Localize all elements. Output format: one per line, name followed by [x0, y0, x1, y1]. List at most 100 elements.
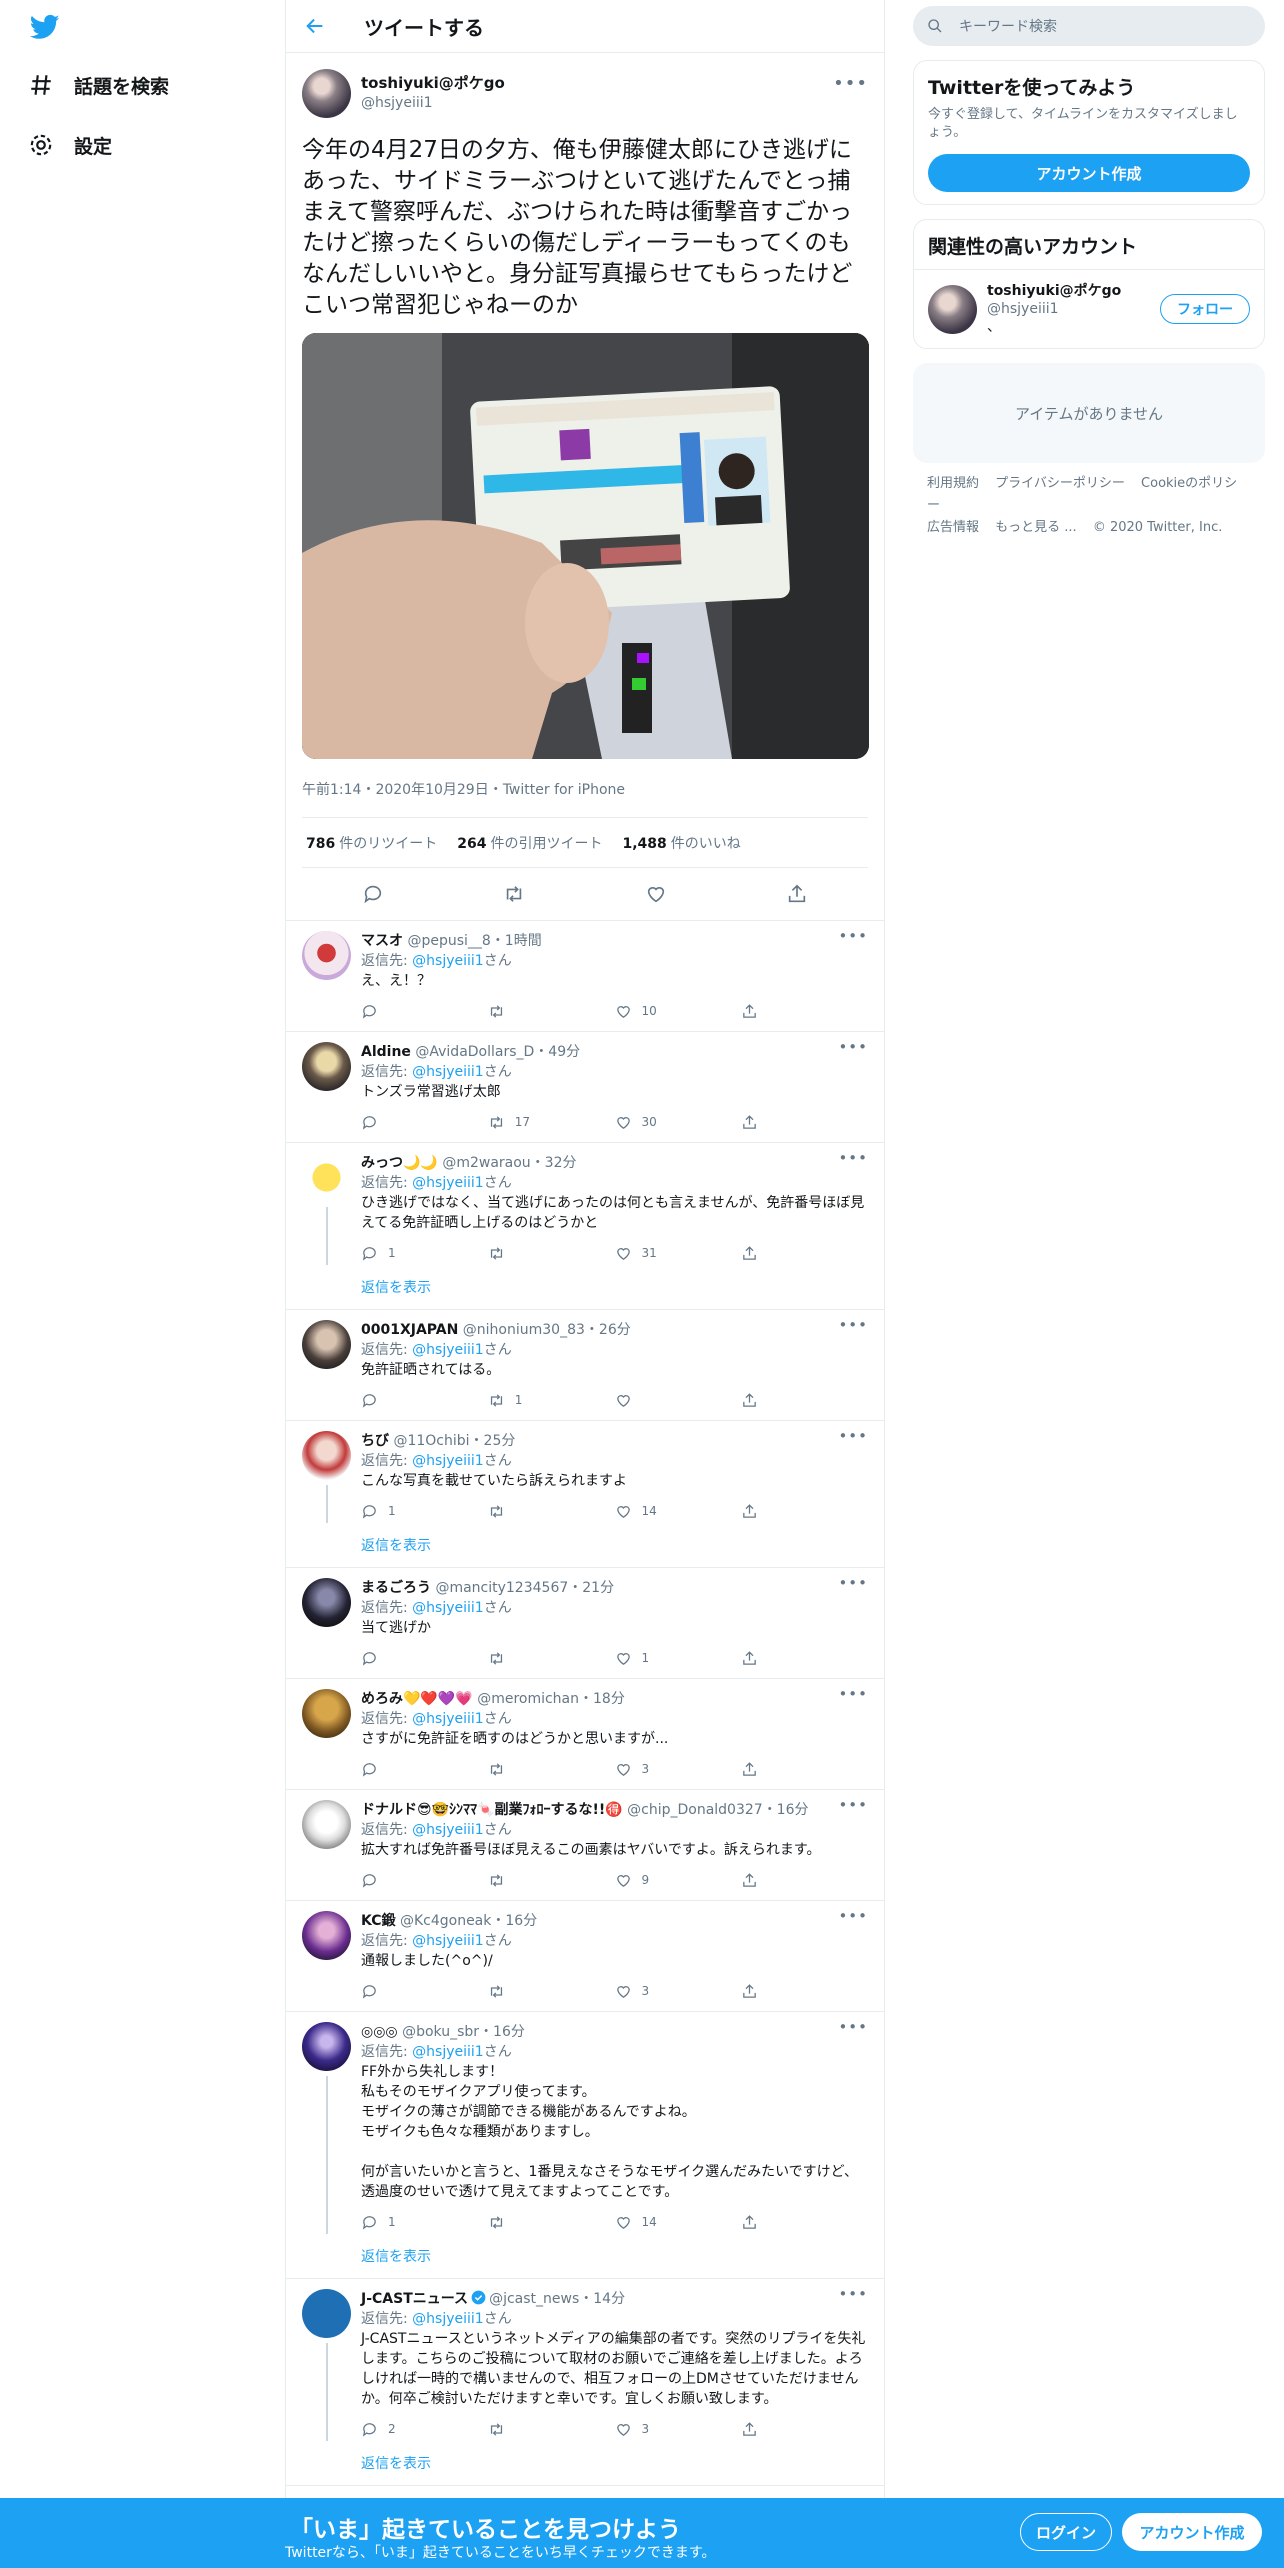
more-options-icon[interactable]: ••• [838, 2285, 868, 2303]
avatar[interactable] [302, 1431, 351, 1480]
show-replies-link[interactable]: 返信を表示 [361, 1273, 868, 1309]
tweet-timestamp[interactable]: 午前1:14・2020年10月29日・Twitter for iPhone [302, 775, 868, 818]
retweet-button[interactable] [488, 1003, 615, 1020]
reply-author-name[interactable]: まるごろう [361, 1580, 431, 1596]
reply-time[interactable]: ・32分 [531, 1155, 577, 1171]
reply-author-handle[interactable]: @m2waraou [442, 1155, 530, 1171]
more-options-icon[interactable]: ••• [838, 1574, 868, 1592]
reply-icon[interactable] [362, 883, 384, 905]
show-replies-link[interactable]: 返信を表示 [361, 2449, 868, 2485]
reply-time[interactable]: ・26分 [585, 1322, 631, 1338]
like-button[interactable]: 30 [615, 1112, 742, 1132]
reply-author-handle[interactable]: @boku_sbr [402, 2024, 479, 2040]
reply-button[interactable]: 2 [361, 2419, 488, 2439]
retweet-button[interactable] [488, 1245, 615, 1262]
reply-author-name[interactable]: ◎◎◎ [361, 2024, 398, 2040]
like-button[interactable]: 3 [615, 1981, 742, 2001]
like-button[interactable] [615, 1392, 742, 1409]
more-options-icon[interactable]: ••• [838, 1685, 868, 1703]
reply-to-handle[interactable]: @hsjyeiii1 [412, 1822, 484, 1838]
reply-to-handle[interactable]: @hsjyeiii1 [412, 1600, 484, 1616]
more-options-icon[interactable]: ••• [838, 1149, 868, 1167]
reply-tweet[interactable]: ••• 0001XJAPAN @nihonium30_83・26分 返信先: @… [286, 1310, 884, 1421]
retweet-button[interactable] [488, 2421, 615, 2438]
reply-time[interactable]: ・21分 [568, 1580, 614, 1596]
reply-author-handle[interactable]: @nihonium30_83 [463, 1322, 585, 1338]
reply-to-handle[interactable]: @hsjyeiii1 [412, 953, 484, 969]
like-button[interactable]: 9 [615, 1870, 742, 1890]
reply-tweet[interactable]: ••• ◎◎◎ @boku_sbr・16分 返信先: @hsjyeiii1さん … [286, 2012, 884, 2279]
share-icon[interactable] [786, 883, 808, 905]
reply-to-handle[interactable]: @hsjyeiii1 [412, 1064, 484, 1080]
share-button[interactable] [741, 1761, 868, 1778]
reply-author-handle[interactable]: @AvidaDollars_D [415, 1044, 534, 1060]
reply-tweet[interactable]: ••• KC鍛 @Kc4goneak・16分 返信先: @hsjyeiii1さん… [286, 1901, 884, 2012]
reply-author-name[interactable]: みっつ🌙🌙 [361, 1155, 438, 1171]
avatar[interactable] [302, 931, 351, 980]
retweet-button[interactable] [488, 1503, 615, 1520]
like-button[interactable]: 3 [615, 2419, 742, 2439]
share-button[interactable] [741, 1983, 868, 2000]
more-options-icon[interactable]: ••• [838, 1907, 868, 1925]
like-button[interactable]: 3 [615, 1759, 742, 1779]
reply-author-handle[interactable]: @chip_Donald0327 [627, 1802, 763, 1818]
reply-time[interactable]: ・25分 [470, 1433, 516, 1449]
avatar[interactable] [928, 284, 977, 334]
avatar[interactable] [302, 1153, 351, 1202]
share-button[interactable] [741, 1003, 868, 1020]
reply-to-handle[interactable]: @hsjyeiii1 [412, 1453, 484, 1469]
reply-author-name[interactable]: Aldine [361, 1044, 411, 1060]
nav-settings[interactable]: 設定 [28, 121, 112, 169]
reply-author-name[interactable]: マスオ [361, 933, 403, 949]
more-options-icon[interactable]: ••• [838, 1796, 868, 1814]
avatar[interactable] [302, 1911, 351, 1960]
reply-tweet[interactable]: ••• みっつ🌙🌙 @m2waraou・32分 返信先: @hsjyeiii1さ… [286, 1143, 884, 1310]
reply-time[interactable]: ・1時間 [491, 933, 542, 949]
reply-to-handle[interactable]: @hsjyeiii1 [412, 1711, 484, 1727]
share-button[interactable] [741, 1245, 868, 1262]
reply-to-handle[interactable]: @hsjyeiii1 [412, 1933, 484, 1949]
reply-tweet[interactable]: ••• まるごろう @mancity1234567・21分 返信先: @hsjy… [286, 1568, 884, 1679]
reply-to-handle[interactable]: @hsjyeiii1 [412, 2044, 484, 2060]
signup-button[interactable]: アカウント作成 [1122, 2513, 1262, 2551]
like-button[interactable]: 14 [615, 1501, 742, 1521]
reply-tweet[interactable]: ••• ちび @11Ochibi・25分 返信先: @hsjyeiii1さん こ… [286, 1421, 884, 1568]
share-button[interactable] [741, 1503, 868, 1520]
reply-tweet[interactable]: ••• ドナルド😎🤓ｼﾝﾏﾏ🍬副業ﾌｫﾛｰするな!!🉐 @chip_Donald… [286, 1790, 884, 1901]
avatar[interactable] [302, 2289, 351, 2338]
reply-tweet[interactable]: ••• マスオ @pepusi__8・1時間 返信先: @hsjyeiii1さん… [286, 921, 884, 1032]
login-button[interactable]: ログイン [1020, 2513, 1112, 2551]
more-options-icon[interactable]: ••• [838, 1316, 868, 1334]
reply-button[interactable] [361, 1983, 488, 2000]
reply-author-name[interactable]: ドナルド😎🤓ｼﾝﾏﾏ🍬副業ﾌｫﾛｰするな!!🉐 [361, 1802, 623, 1818]
reply-button[interactable] [361, 1872, 488, 1889]
retweet-button[interactable] [488, 2214, 615, 2231]
back-arrow-icon[interactable] [304, 15, 326, 37]
nav-explore[interactable]: 話題を検索 [28, 61, 169, 109]
retweet-button[interactable]: 1 [488, 1390, 615, 1410]
share-button[interactable] [741, 2214, 868, 2231]
related-account[interactable]: toshiyuki@ポケgo @hsjyeiii1 、 フォロー [914, 270, 1264, 348]
show-replies-link[interactable]: 返信を表示 [361, 1531, 868, 1567]
reply-button[interactable] [361, 1114, 488, 1131]
reply-author-handle[interactable]: @jcast_news [489, 2291, 579, 2307]
footer-link-ads[interactable]: 広告情報 [927, 520, 979, 535]
reply-author-name[interactable]: めろみ💛❤️💜💗 [361, 1691, 473, 1707]
reply-author-name[interactable]: J-CASTニュース [361, 2291, 468, 2307]
reply-time[interactable]: ・14分 [579, 2291, 625, 2307]
avatar[interactable] [302, 68, 351, 118]
quote-count[interactable]: 264 件の引用ツイート [457, 833, 602, 853]
reply-tweet[interactable]: ••• Aldine @AvidaDollars_D・49分 返信先: @hsj… [286, 1032, 884, 1143]
reply-time[interactable]: ・16分 [479, 2024, 525, 2040]
more-options-icon[interactable]: ••• [833, 73, 868, 94]
reply-author-handle[interactable]: @meromichan [477, 1691, 579, 1707]
avatar[interactable] [302, 1578, 351, 1627]
retweet-button[interactable] [488, 1761, 615, 1778]
reply-to-handle[interactable]: @hsjyeiii1 [412, 1342, 484, 1358]
search-input[interactable]: キーワード検索 [913, 6, 1265, 46]
reply-button[interactable] [361, 1650, 488, 1667]
reply-button[interactable] [361, 1761, 488, 1778]
reply-to-handle[interactable]: @hsjyeiii1 [412, 2311, 484, 2327]
reply-time[interactable]: ・49分 [534, 1044, 580, 1060]
create-account-button[interactable]: アカウント作成 [928, 154, 1250, 192]
